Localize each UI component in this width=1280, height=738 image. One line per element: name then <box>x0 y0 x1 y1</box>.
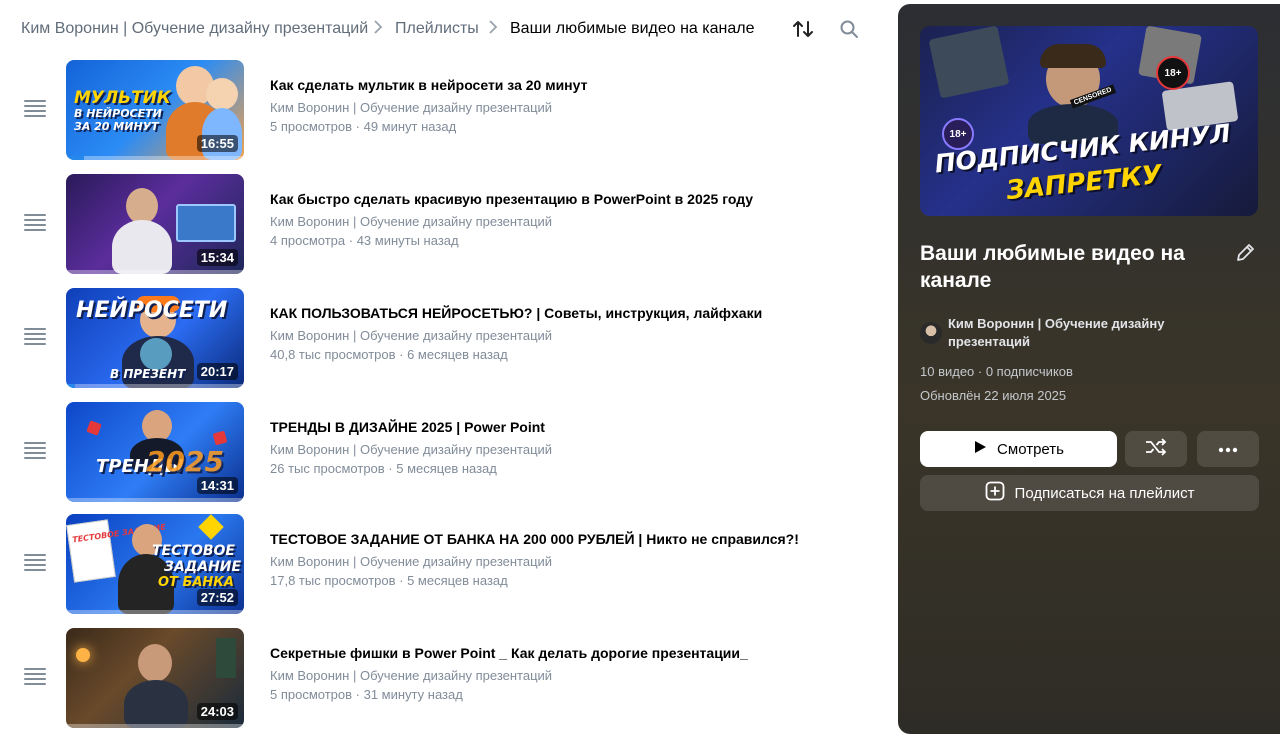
watch-progress-track <box>66 610 244 614</box>
drag-handle-icon[interactable] <box>24 442 46 462</box>
video-title[interactable]: Как быстро сделать красивую презентацию … <box>270 191 753 207</box>
chevron-right-icon <box>373 20 383 39</box>
shuffle-icon <box>1145 437 1167 461</box>
thumbnail-text: ЗА 20 МИНУТ <box>74 120 159 133</box>
video-meta: 26 тыс просмотров · 5 месяцев назад <box>270 461 497 476</box>
video-meta: 5 просмотров · 49 минут назад <box>270 119 457 134</box>
playlist-info-panel: 18+ 18+ CENSORED ПОДПИСЧИК КИНУЛ ЗАПРЕТК… <box>898 4 1280 734</box>
playlist-updated: Обновлён 22 июля 2025 <box>920 388 1067 403</box>
pencil-icon[interactable] <box>1234 242 1256 264</box>
list-item[interactable]: МУЛЬТИК В НЕЙРОСЕТИ ЗА 20 МИНУТ 16:55 Ка… <box>0 60 880 164</box>
thumbnail-text: ЗАДАНИЕ <box>164 559 242 575</box>
breadcrumb-current: Ваши любимые видео на канале <box>510 20 755 37</box>
more-dots-icon <box>1218 440 1238 458</box>
video-channel-link[interactable]: Ким Воронин | Обучение дизайну презентац… <box>270 442 552 457</box>
thumbnail-text: ТЕСТОВОЕ <box>152 543 235 559</box>
playlist-content: Ким Воронин | Обучение дизайну презентац… <box>0 0 880 738</box>
video-title[interactable]: КАК ПОЛЬЗОВАТЬСЯ НЕЙРОСЕТЬЮ? | Советы, и… <box>270 305 762 321</box>
playlist-stats: 10 видео · 0 подписчиков <box>920 364 1073 379</box>
video-title[interactable]: ТРЕНДЫ В ДИЗАЙНЕ 2025 | Power Point <box>270 419 545 435</box>
video-meta: 17,8 тыс просмотров · 5 месяцев назад <box>270 573 508 588</box>
video-title[interactable]: ТЕСТОВОЕ ЗАДАНИЕ ОТ БАНКА НА 200 000 РУБ… <box>270 531 799 547</box>
watch-progress-track <box>66 724 244 728</box>
thumbnail-text: В НЕЙРОСЕТИ <box>74 107 162 120</box>
watch-progress-track <box>66 498 244 502</box>
video-channel-link[interactable]: Ким Воронин | Обучение дизайну презентац… <box>270 214 552 229</box>
drag-handle-icon[interactable] <box>24 328 46 348</box>
video-duration: 24:03 <box>196 703 238 720</box>
video-thumbnail[interactable]: ТЕСТОВОЕ ЗАДАНИЕ ТЕСТОВОЕ ЗАДАНИЕ ОТ БАН… <box>66 514 244 614</box>
thumbnail-text: МУЛЬТИК <box>74 88 171 108</box>
search-icon[interactable] <box>838 18 860 40</box>
plus-square-icon <box>985 481 1005 505</box>
video-meta: 5 просмотров · 31 минуту назад <box>270 687 463 702</box>
video-duration: 27:52 <box>196 589 238 606</box>
playlist-owner-link[interactable]: Ким Воронин | Обучение дизайну презентац… <box>948 315 1218 351</box>
video-meta: 40,8 тыс просмотров · 6 месяцев назад <box>270 347 508 362</box>
breadcrumb-playlists-link[interactable]: Плейлисты <box>395 20 479 38</box>
video-title[interactable]: Секретные фишки в Power Point _ Как дела… <box>270 645 748 661</box>
video-meta: 4 просмотра · 43 минуты назад <box>270 233 459 248</box>
sort-icon[interactable] <box>792 18 814 40</box>
video-duration: 20:17 <box>196 363 238 380</box>
watch-progress-bar <box>66 384 75 388</box>
chevron-right-icon <box>488 20 498 39</box>
thumbnail-text: ОТ БАНКА <box>158 575 234 590</box>
video-channel-link[interactable]: Ким Воронин | Обучение дизайну презентац… <box>270 328 552 343</box>
video-duration: 14:31 <box>196 477 238 494</box>
video-thumbnail[interactable]: 15:34 <box>66 174 244 274</box>
watch-progress-bar <box>66 156 84 160</box>
video-duration: 15:34 <box>196 249 238 266</box>
list-item[interactable]: НЕЙРОСЕТИ В ПРЕЗЕНТ 20:17 КАК ПОЛЬЗОВАТЬ… <box>0 288 880 392</box>
list-item[interactable]: 15:34 Как быстро сделать красивую презен… <box>0 174 880 278</box>
watch-progress-track <box>66 384 244 388</box>
video-channel-link[interactable]: Ким Воронин | Обучение дизайну презентац… <box>270 100 552 115</box>
drag-handle-icon[interactable] <box>24 214 46 234</box>
list-item[interactable]: ТРЕНДЫ 2025 14:31 ТРЕНДЫ В ДИЗАЙНЕ 2025 … <box>0 402 880 506</box>
playlist-title: Ваши любимые видео на канале <box>920 242 1185 292</box>
list-item[interactable]: 24:03 Секретные фишки в Power Point _ Ка… <box>0 628 880 732</box>
watch-progress-track <box>66 156 244 160</box>
watch-button-label: Смотреть <box>997 440 1064 458</box>
subscribe-playlist-button[interactable]: Подписаться на плейлист <box>920 475 1259 511</box>
shuffle-button[interactable] <box>1125 431 1187 467</box>
video-title[interactable]: Как сделать мультик в нейросети за 20 ми… <box>270 77 587 93</box>
thumbnail-text: В ПРЕЗЕНТ <box>110 367 186 381</box>
video-channel-link[interactable]: Ким Воронин | Обучение дизайну презентац… <box>270 554 552 569</box>
thumbnail-text: 2025 <box>146 445 224 478</box>
drag-handle-icon[interactable] <box>24 554 46 574</box>
breadcrumb-channel-link[interactable]: Ким Воронин | Обучение дизайну презентац… <box>21 20 368 38</box>
play-icon <box>973 440 987 458</box>
video-channel-link[interactable]: Ким Воронин | Обучение дизайну презентац… <box>270 668 552 683</box>
breadcrumb: Ким Воронин | Обучение дизайну презентац… <box>0 0 880 58</box>
thumbnail-text: НЕЙРОСЕТИ <box>76 298 228 323</box>
list-item[interactable]: ТЕСТОВОЕ ЗАДАНИЕ ТЕСТОВОЕ ЗАДАНИЕ ОТ БАН… <box>0 514 880 618</box>
drag-handle-icon[interactable] <box>24 668 46 688</box>
avatar[interactable] <box>920 322 942 344</box>
drag-handle-icon[interactable] <box>24 100 46 120</box>
video-thumbnail[interactable]: НЕЙРОСЕТИ В ПРЕЗЕНТ 20:17 <box>66 288 244 388</box>
watch-progress-track <box>66 270 244 274</box>
more-button[interactable] <box>1197 431 1259 467</box>
playlist-cover[interactable]: 18+ 18+ CENSORED ПОДПИСЧИК КИНУЛ ЗАПРЕТК… <box>920 26 1258 216</box>
video-thumbnail[interactable]: МУЛЬТИК В НЕЙРОСЕТИ ЗА 20 МИНУТ 16:55 <box>66 60 244 160</box>
watch-button[interactable]: Смотреть <box>920 431 1117 467</box>
video-thumbnail[interactable]: ТРЕНДЫ 2025 14:31 <box>66 402 244 502</box>
video-thumbnail[interactable]: 24:03 <box>66 628 244 728</box>
subscribe-button-label: Подписаться на плейлист <box>1014 484 1195 502</box>
age-badge: 18+ <box>1156 56 1190 90</box>
video-duration: 16:55 <box>196 135 238 152</box>
